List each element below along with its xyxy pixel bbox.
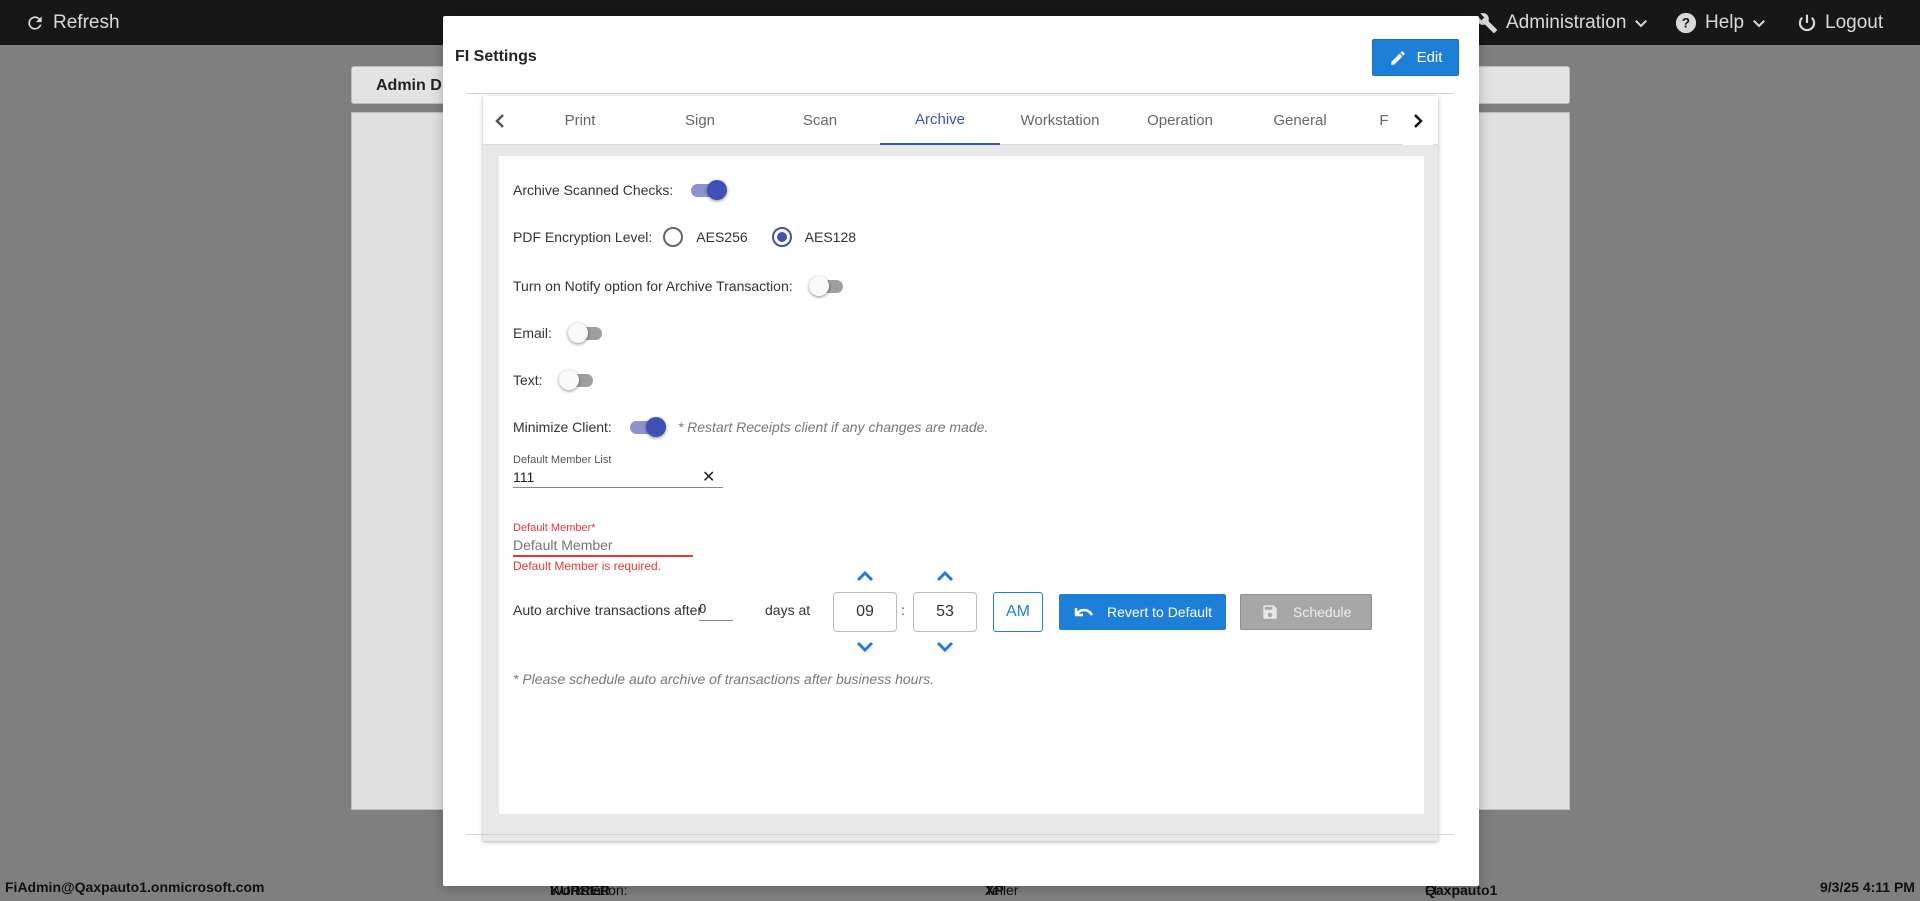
administration-label: Administration [1506,11,1627,33]
tab-workstation[interactable]: Workstation [1000,96,1120,145]
tab-archive[interactable]: Archive [880,96,1000,145]
archive-scanned-checks-toggle[interactable] [689,180,728,200]
pdf-encryption-row: PDF Encryption Level: AES256 AES128 [513,227,856,247]
settings-tabs: Print Sign Scan Archive Workstation Oper… [483,96,1438,145]
logout-button[interactable]: Logout [1797,0,1883,45]
chevron-down-icon [1635,19,1648,27]
settings-card: Print Sign Scan Archive Workstation Oper… [483,96,1438,841]
aes128-label: AES128 [804,229,857,245]
minimize-client-note: * Restart Receipts client if any changes… [677,419,989,435]
minute-field[interactable]: 53 [913,592,977,632]
clear-icon[interactable]: ✕ [702,467,715,487]
email-label: Email: [513,325,552,341]
refresh-button[interactable]: Refresh [25,0,120,45]
minimize-client-label: Minimize Client: [513,419,612,435]
dialog-footer-divider [467,834,1453,835]
footer-user: FiAdmin@Qaxpauto1.onmicrosoft.com [5,879,265,895]
am-pm-toggle[interactable]: AM [993,592,1043,632]
undo-icon [1074,608,1094,617]
minute-decrement-button[interactable] [935,640,955,654]
tab-print[interactable]: Print [520,96,640,145]
refresh-label: Refresh [53,11,120,33]
default-member-input[interactable] [513,534,693,557]
default-member-label: Default Member* [513,522,596,534]
power-icon [1798,14,1816,31]
help-label: Help [1705,11,1745,33]
tab-scan[interactable]: Scan [760,96,880,145]
minimize-client-toggle[interactable] [628,417,666,437]
chevron-right-icon [1414,113,1423,128]
default-member-error: Default Member is required. [513,559,662,573]
fi-settings-dialog: FI Settings Edit Print Sign Scan Archive… [443,16,1479,886]
edit-label: Edit [1416,49,1443,66]
aes128-radio[interactable] [771,227,792,247]
dialog-title: FI Settings [455,48,537,65]
background-panel-title: Admin D [376,77,442,94]
edit-button[interactable]: Edit [1372,39,1459,76]
tabs-scroll-left-button[interactable] [485,96,515,145]
email-row: Email: [513,323,604,343]
hour-increment-button[interactable] [855,569,875,583]
text-label: Text: [513,372,543,388]
notify-label: Turn on Notify option for Archive Transa… [513,278,793,294]
notify-row: Turn on Notify option for Archive Transa… [513,276,845,296]
archive-tab-panel: Archive Scanned Checks: PDF Encryption L… [499,156,1424,814]
default-member-list-input[interactable] [513,466,723,488]
archive-scanned-checks-label: Archive Scanned Checks: [513,182,674,198]
hour-decrement-button[interactable] [855,640,875,654]
default-member-list-label: Default Member List [513,454,612,466]
revert-to-default-button[interactable]: Revert to Default [1059,594,1227,630]
refresh-icon [28,15,42,30]
aes256-radio[interactable] [663,227,684,247]
chevron-left-icon [495,113,504,128]
archive-scanned-checks-row: Archive Scanned Checks: [513,180,728,200]
chevron-down-icon [936,641,954,653]
tab-operation[interactable]: Operation [1120,96,1240,145]
time-separator: : [901,602,905,618]
chevron-down-icon [1753,19,1766,27]
administration-menu[interactable]: Administration [1476,0,1648,45]
chevron-down-icon [856,641,874,653]
pencil-icon [1390,50,1405,65]
wrench-icon [1476,12,1498,33]
tabs-scroll-right-button[interactable] [1403,96,1433,145]
days-at-label: days at [765,602,811,618]
revert-to-default-label: Revert to Default [1107,604,1213,620]
help-menu[interactable]: ? Help [1675,0,1766,45]
tab-sign[interactable]: Sign [640,96,760,145]
logout-label: Logout [1825,11,1884,33]
minute-increment-button[interactable] [935,569,955,583]
svg-text:?: ? [1682,15,1690,30]
text-row: Text: [513,370,595,390]
text-toggle[interactable] [558,370,595,390]
schedule-label: Schedule [1293,604,1352,620]
help-icon: ? [1675,12,1697,33]
footer-datetime: 9/3/25 4:11 PM [1820,879,1915,895]
chevron-up-icon [856,570,874,582]
hour-field[interactable]: 09 [833,592,897,632]
schedule-note: * Please schedule auto archive of transa… [513,671,935,687]
aes256-label: AES256 [696,229,748,245]
auto-archive-label: Auto archive transactions after [513,602,703,618]
days-input[interactable] [699,597,733,621]
save-icon [1263,605,1277,619]
schedule-button[interactable]: Schedule [1240,594,1373,630]
minimize-client-row: Minimize Client: * Restart Receipts clie… [513,417,988,437]
pdf-encryption-label: PDF Encryption Level: [513,229,653,245]
email-toggle[interactable] [567,323,604,343]
chevron-up-icon [936,570,954,582]
tab-general[interactable]: General [1240,96,1360,145]
notify-toggle[interactable] [808,276,845,296]
tab-truncated[interactable]: F [1360,96,1408,145]
dialog-header [467,38,1453,94]
